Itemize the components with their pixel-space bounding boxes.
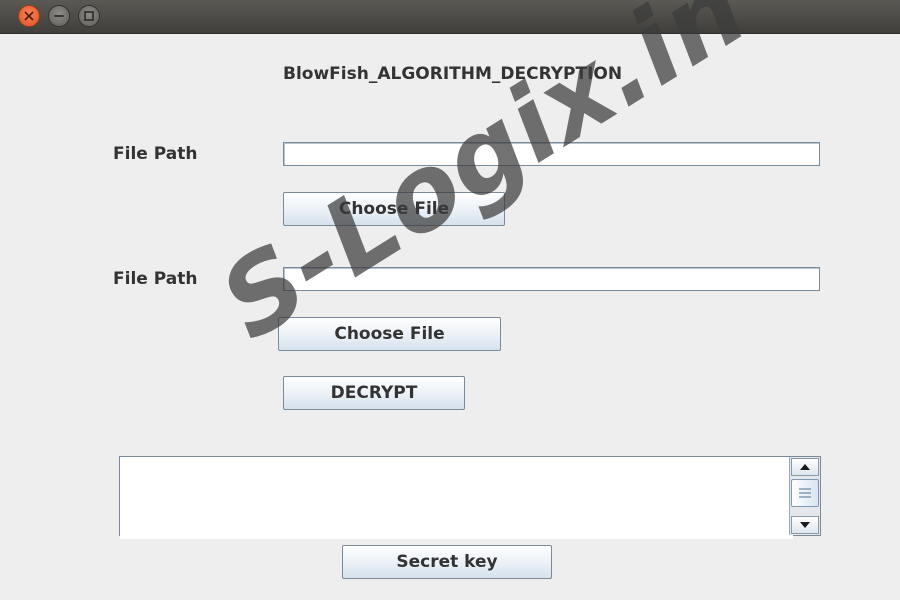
file-path-input-2[interactable] xyxy=(283,267,820,291)
title-bar xyxy=(0,0,900,34)
arrow-down-icon[interactable] xyxy=(791,516,819,534)
page-title: BlowFish_ALGORITHM_DECRYPTION xyxy=(283,64,623,84)
app-window: BlowFish_ALGORITHM_DECRYPTION File Path … xyxy=(0,0,900,600)
maximize-icon[interactable] xyxy=(78,5,100,27)
minimize-icon[interactable] xyxy=(48,5,70,27)
choose-file-button-2[interactable]: Choose File xyxy=(278,317,501,351)
arrow-up-icon[interactable] xyxy=(791,458,819,476)
output-text-area-container xyxy=(119,456,821,539)
decrypt-button[interactable]: DECRYPT xyxy=(283,376,465,410)
choose-file-button-1[interactable]: Choose File xyxy=(283,192,505,226)
close-icon[interactable] xyxy=(18,5,40,27)
content-panel: BlowFish_ALGORITHM_DECRYPTION File Path … xyxy=(0,34,900,600)
secret-key-button[interactable]: Secret key xyxy=(342,545,552,579)
file-path-label-2: File Path xyxy=(113,269,198,289)
file-path-label-1: File Path xyxy=(113,144,198,164)
scroll-thumb-grip-icon[interactable] xyxy=(791,479,819,507)
vertical-scrollbar[interactable] xyxy=(789,457,820,535)
file-path-input-1[interactable] xyxy=(283,142,820,166)
output-text-area[interactable] xyxy=(120,457,793,539)
